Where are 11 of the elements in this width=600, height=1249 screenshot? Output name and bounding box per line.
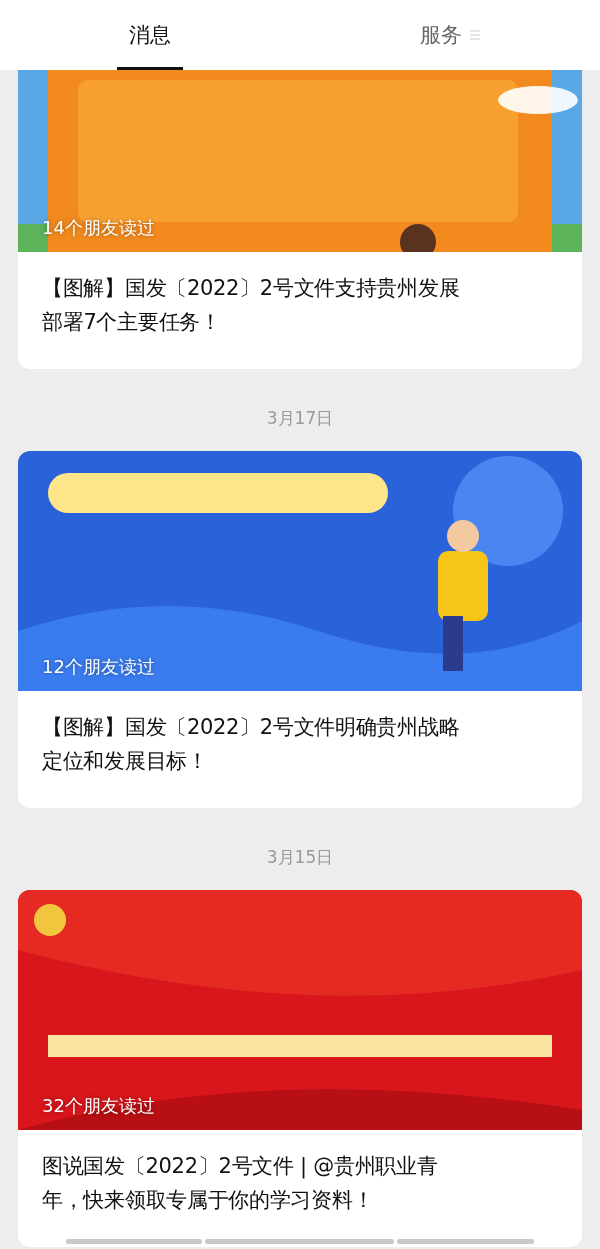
- date-label: 3月17日: [266, 407, 334, 430]
- readers-count: 32个朋友读过: [42, 1094, 155, 1118]
- readers-count: 12个朋友读过: [42, 655, 155, 679]
- article-card[interactable]: 32个朋友读过 图说国发〔2022〕2号文件 | @贵州职业青 年，快来领取专属于你的学习资料！: [18, 890, 582, 1247]
- date-label: 3月15日: [266, 846, 334, 869]
- article-title: 【图解】国发〔2022〕2号文件支持贵州发展 部署7个主要任务！: [41, 275, 461, 336]
- tab[interactable]: 服务: [300, 0, 600, 70]
- tab[interactable]: 消息: [0, 0, 300, 70]
- article-card[interactable]: 12个朋友读过 【图解】国发〔2022〕2号文件明确贵州战略 定位和发展目标！: [18, 451, 582, 808]
- article-title: 图说国发〔2022〕2号文件 | @贵州职业青 年，快来领取专属于你的学习资料！: [41, 1153, 439, 1214]
- article-title: 【图解】国发〔2022〕2号文件明确贵州战略 定位和发展目标！: [41, 714, 461, 775]
